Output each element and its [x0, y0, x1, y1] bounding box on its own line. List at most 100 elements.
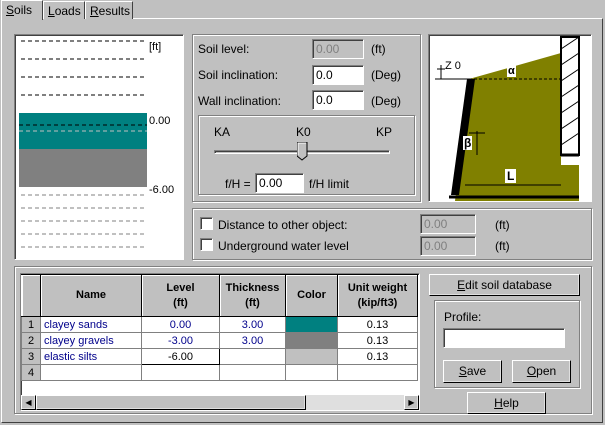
cell-name[interactable]: clayey sands	[40, 316, 142, 333]
wall-inclination-field[interactable]: 0.0	[312, 90, 364, 110]
cell-unit-weight[interactable]: 0.13	[337, 316, 418, 333]
fh-label: f/H =	[225, 177, 251, 191]
cell-thickness[interactable]: 3.00	[219, 316, 286, 333]
grid-horizontal-scrollbar[interactable]: ◀ ▶	[21, 395, 419, 410]
diagram-l-label: L	[505, 169, 517, 183]
cell-level[interactable]: -6.00	[141, 348, 220, 365]
cell-name[interactable]	[40, 364, 142, 381]
row-header[interactable]: 4	[21, 364, 41, 381]
open-button[interactable]: Open	[512, 360, 571, 383]
soil-inclination-label: Soil inclination:	[198, 68, 279, 82]
help-mnemonic: H	[494, 396, 503, 410]
col-header-thickness[interactable]: Thickness (ft)	[219, 274, 286, 317]
cell-unit-weight[interactable]	[337, 364, 418, 381]
col-header-color-text: Color	[297, 289, 326, 301]
cell-name[interactable]: clayey gravels	[40, 332, 142, 349]
water-level-unit: (ft)	[495, 239, 510, 253]
tab-results-mnemonic: R	[90, 4, 99, 18]
row-header[interactable]: 2	[21, 332, 41, 349]
help-button[interactable]: Help	[467, 392, 546, 414]
tab-results-label: esults	[98, 4, 131, 18]
profile-label: Profile:	[444, 310, 482, 324]
wall-diagram: Z 0 α β L	[428, 34, 592, 202]
tab-soils[interactable]: Soils	[1, 0, 43, 20]
table-row[interactable]: 2 clayey gravels -3.00 3.00 0.13	[21, 332, 418, 349]
col-header-thickness-unit: (ft)	[245, 296, 260, 309]
cell-color[interactable]	[285, 364, 338, 381]
cell-thickness[interactable]	[219, 364, 286, 381]
wall-inclination-unit: (Deg)	[371, 94, 402, 108]
save-mnemonic: S	[458, 364, 467, 378]
wall-inclination-label: Wall inclination:	[198, 94, 281, 108]
water-level-label: Underground water level	[218, 239, 349, 253]
cell-unit-weight[interactable]: 0.13	[337, 332, 418, 349]
col-header-level[interactable]: Level (ft)	[141, 274, 220, 317]
scroll-right-button[interactable]: ▶	[404, 395, 419, 410]
diagram-beta-label: β	[463, 136, 473, 150]
soil-inclination-field[interactable]: 0.0	[312, 65, 364, 85]
distance-unit: (ft)	[495, 218, 510, 232]
col-header-unit-weight[interactable]: Unit weight (kip/ft3)	[337, 274, 418, 317]
diagram-alpha-label: α	[507, 65, 516, 77]
cell-level[interactable]: -3.00	[141, 332, 220, 349]
soil-level-label: Soil level:	[198, 42, 250, 56]
cell-name[interactable]: elastic silts	[40, 348, 142, 365]
cell-level[interactable]: 0.00	[141, 316, 220, 333]
row-header[interactable]: 1	[21, 316, 41, 333]
soil-level-unit: (ft)	[371, 42, 386, 56]
cell-color[interactable]	[285, 332, 338, 349]
save-label: ave	[466, 364, 487, 378]
tab-loads[interactable]: Loads	[43, 1, 85, 19]
tab-results[interactable]: Results	[85, 1, 133, 19]
cell-color[interactable]	[285, 348, 338, 365]
table-row[interactable]: 1 clayey sands 0.00 3.00 0.13	[21, 316, 418, 333]
col-header-level-unit: (ft)	[173, 296, 188, 309]
table-row[interactable]: 4	[21, 364, 418, 381]
soil-profile-view: [ft] 0.00 -6.00	[14, 34, 184, 260]
soil-layers-table: Name Level (ft) Thickness (ft) Color Unit …	[21, 274, 418, 381]
slider-k0-label: K0	[296, 125, 311, 139]
open-label: pen	[536, 364, 557, 378]
col-header-thickness-text: Thickness	[225, 281, 280, 294]
col-header-name[interactable]: Name	[40, 274, 142, 317]
water-level-field[interactable]: 0.00	[420, 236, 476, 256]
distance-label: Distance to other object:	[218, 218, 348, 232]
soil-profile-canvas	[19, 40, 147, 248]
scroll-left-button[interactable]: ◀	[21, 395, 36, 410]
col-header-name-text: Name	[76, 289, 106, 301]
tab-soils-label: oils	[14, 3, 33, 17]
slider-kp-label: KP	[376, 125, 393, 139]
cell-thickness[interactable]	[219, 348, 286, 365]
profile-name-field[interactable]	[443, 328, 565, 348]
slider-thumb[interactable]	[296, 141, 308, 161]
table-row[interactable]: 3 elastic silts -6.00 0.13	[21, 348, 418, 365]
edit-db-label: dit soil database	[465, 278, 552, 292]
save-button[interactable]: Save	[443, 360, 502, 383]
cell-thickness[interactable]: 3.00	[219, 332, 286, 349]
col-header-unit-weight-text: Unit weight	[347, 281, 408, 294]
distance-field[interactable]: 0.00	[420, 214, 476, 234]
fh-limit-label: f/H limit	[309, 177, 349, 191]
distance-checkbox[interactable]	[200, 217, 213, 230]
scroll-thumb[interactable]	[36, 395, 306, 410]
edit-soil-database-button[interactable]: Edit soil database	[429, 274, 580, 296]
soil-level-field[interactable]: 0.00	[312, 39, 364, 59]
tab-soils-mnemonic: S	[6, 3, 15, 17]
col-header-unit-weight-unit: (kip/ft3)	[357, 296, 398, 309]
profile-top-level: 0.00	[149, 115, 171, 127]
cell-unit-weight[interactable]: 0.13	[337, 348, 418, 365]
diagram-z0-label: Z 0	[445, 60, 461, 72]
grid-corner	[21, 274, 41, 317]
row-header[interactable]: 3	[21, 348, 41, 365]
cell-color[interactable]	[285, 316, 338, 333]
fh-field[interactable]: 0.00	[255, 173, 304, 193]
help-label: elp	[502, 396, 519, 410]
cell-level[interactable]	[141, 364, 220, 381]
col-header-color[interactable]: Color	[285, 274, 338, 317]
slider-ka-label: KA	[214, 125, 231, 139]
profile-bottom-level: -6.00	[149, 184, 175, 196]
water-level-checkbox[interactable]	[200, 238, 213, 251]
tab-loads-label: oads	[54, 4, 81, 18]
tab-loads-mnemonic: L	[48, 4, 55, 18]
edit-db-mnemonic: E	[457, 278, 466, 292]
